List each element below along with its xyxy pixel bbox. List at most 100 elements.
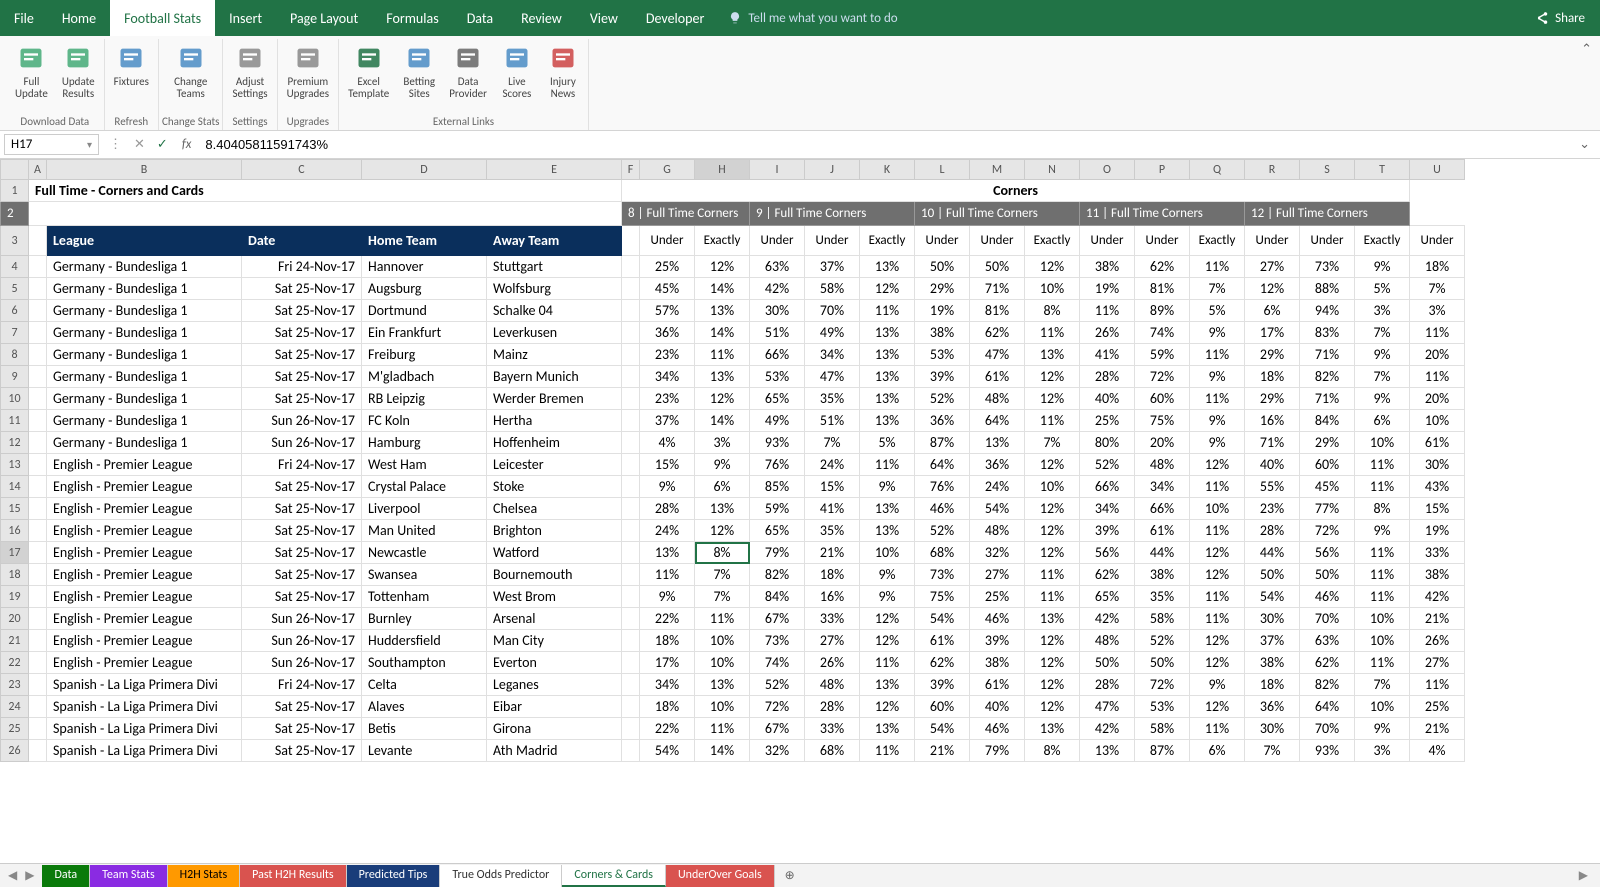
sub-header[interactable]: Under <box>640 226 695 256</box>
col-header-R[interactable]: R <box>1245 160 1300 180</box>
data-cell[interactable]: 11% <box>1355 476 1410 498</box>
data-cell[interactable]: 81% <box>1135 278 1190 300</box>
next-sheet-icon[interactable]: ▶ <box>25 868 34 883</box>
data-cell[interactable]: 13% <box>1080 740 1135 762</box>
data-cell[interactable]: 19% <box>1410 520 1465 542</box>
col-header-I[interactable]: I <box>750 160 805 180</box>
data-cell[interactable]: 11% <box>1025 564 1080 586</box>
data-cell[interactable]: 13% <box>860 388 915 410</box>
column-header[interactable]: Home Team <box>362 226 487 256</box>
home-team-cell[interactable]: Southampton <box>362 652 487 674</box>
data-cell[interactable]: 40% <box>1080 388 1135 410</box>
menu-tab-insert[interactable]: Insert <box>215 0 276 36</box>
data-cell[interactable]: 75% <box>915 586 970 608</box>
data-cell[interactable]: 13% <box>695 674 750 696</box>
menu-tab-file[interactable]: File <box>0 0 48 36</box>
data-cell[interactable]: 13% <box>1025 608 1080 630</box>
data-cell[interactable]: 71% <box>1245 432 1300 454</box>
ribbon-betting-sites[interactable]: BettingSites <box>397 39 441 113</box>
data-cell[interactable]: 11% <box>1410 674 1465 696</box>
date-cell[interactable]: Sun 26-Nov-17 <box>242 432 362 454</box>
data-cell[interactable]: 12% <box>860 696 915 718</box>
data-cell[interactable]: 12% <box>1025 498 1080 520</box>
away-team-cell[interactable]: Schalke 04 <box>487 300 622 322</box>
data-cell[interactable]: 11% <box>1190 344 1245 366</box>
row-header-15[interactable]: 15 <box>1 498 29 520</box>
data-cell[interactable]: 10% <box>695 652 750 674</box>
sub-header[interactable]: Exactly <box>695 226 750 256</box>
data-cell[interactable]: 11% <box>1355 564 1410 586</box>
data-cell[interactable]: 17% <box>1245 322 1300 344</box>
home-team-cell[interactable]: Swansea <box>362 564 487 586</box>
data-cell[interactable]: 63% <box>1300 630 1355 652</box>
data-cell[interactable]: 39% <box>1080 520 1135 542</box>
share-button[interactable]: Share <box>1535 11 1600 26</box>
data-cell[interactable]: 30% <box>1245 608 1300 630</box>
data-cell[interactable]: 46% <box>970 608 1025 630</box>
prev-sheet-icon[interactable]: ◀ <box>8 868 17 883</box>
data-cell[interactable]: 15% <box>640 454 695 476</box>
data-cell[interactable]: 13% <box>860 520 915 542</box>
col-header-P[interactable]: P <box>1135 160 1190 180</box>
sub-header[interactable]: Exactly <box>860 226 915 256</box>
data-cell[interactable]: 30% <box>1410 454 1465 476</box>
data-cell[interactable]: 28% <box>805 696 860 718</box>
data-cell[interactable]: 11% <box>1355 586 1410 608</box>
data-cell[interactable]: 50% <box>1080 652 1135 674</box>
ribbon-excel-template[interactable]: ExcelTemplate <box>342 39 395 113</box>
data-cell[interactable]: 47% <box>805 366 860 388</box>
data-cell[interactable]: 71% <box>1300 344 1355 366</box>
data-cell[interactable]: 11% <box>640 564 695 586</box>
home-team-cell[interactable]: Burnley <box>362 608 487 630</box>
home-team-cell[interactable]: Huddersfield <box>362 630 487 652</box>
data-cell[interactable]: 7% <box>1025 432 1080 454</box>
data-cell[interactable]: 27% <box>1410 652 1465 674</box>
data-cell[interactable]: 62% <box>915 652 970 674</box>
sub-header[interactable]: Under <box>1245 226 1300 256</box>
data-cell[interactable]: 35% <box>805 520 860 542</box>
col-header-G[interactable]: G <box>640 160 695 180</box>
data-cell[interactable]: 35% <box>805 388 860 410</box>
league-cell[interactable]: Spanish - La Liga Primera Divi <box>47 696 242 718</box>
date-cell[interactable]: Sun 26-Nov-17 <box>242 608 362 630</box>
away-team-cell[interactable]: Stuttgart <box>487 256 622 278</box>
data-cell[interactable]: 12% <box>695 388 750 410</box>
data-cell[interactable]: 88% <box>1300 278 1355 300</box>
data-cell[interactable]: 60% <box>915 696 970 718</box>
ribbon-update-results[interactable]: UpdateResults <box>56 39 101 113</box>
ribbon-adjust-settings[interactable]: AdjustSettings <box>226 39 273 113</box>
data-cell[interactable]: 10% <box>1410 410 1465 432</box>
data-cell[interactable]: 9% <box>1190 432 1245 454</box>
data-cell[interactable]: 12% <box>1190 454 1245 476</box>
league-cell[interactable]: English - Premier League <box>47 586 242 608</box>
data-cell[interactable]: 14% <box>695 410 750 432</box>
data-cell[interactable]: 9% <box>1355 256 1410 278</box>
data-cell[interactable]: 42% <box>750 278 805 300</box>
data-cell[interactable]: 84% <box>750 586 805 608</box>
data-cell[interactable]: 42% <box>1080 608 1135 630</box>
data-cell[interactable]: 13% <box>860 718 915 740</box>
data-cell[interactable]: 12% <box>1190 564 1245 586</box>
home-team-cell[interactable]: West Ham <box>362 454 487 476</box>
sheet-tab-underover-goals[interactable]: UnderOver Goals <box>666 865 775 887</box>
data-cell[interactable]: 30% <box>750 300 805 322</box>
away-team-cell[interactable]: Arsenal <box>487 608 622 630</box>
col-header-D[interactable]: D <box>362 160 487 180</box>
row-header-13[interactable]: 13 <box>1 454 29 476</box>
grid[interactable]: ABCDEFGHIJKLMNOPQRSTU1Full Time - Corner… <box>0 159 1600 863</box>
menu-tab-home[interactable]: Home <box>48 0 110 36</box>
data-cell[interactable]: 7% <box>1355 322 1410 344</box>
cancel-formula-icon[interactable]: ✕ <box>128 137 151 152</box>
away-team-cell[interactable]: Chelsea <box>487 498 622 520</box>
data-cell[interactable]: 50% <box>1135 652 1190 674</box>
data-cell[interactable]: 52% <box>1080 454 1135 476</box>
data-cell[interactable]: 11% <box>860 740 915 762</box>
data-cell[interactable]: 47% <box>1080 696 1135 718</box>
fx-icon[interactable]: fx <box>174 137 200 152</box>
league-cell[interactable]: English - Premier League <box>47 564 242 586</box>
away-team-cell[interactable]: Everton <box>487 652 622 674</box>
data-cell[interactable]: 21% <box>1410 718 1465 740</box>
home-team-cell[interactable]: Freiburg <box>362 344 487 366</box>
col-header-L[interactable]: L <box>915 160 970 180</box>
data-cell[interactable]: 24% <box>640 520 695 542</box>
